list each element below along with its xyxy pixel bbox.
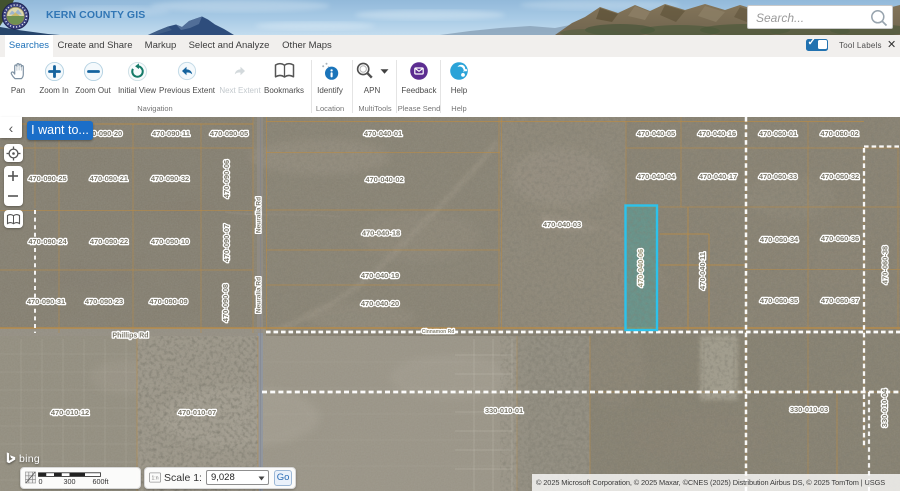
svg-text:470-040-16: 470-040-16	[698, 129, 736, 138]
svg-text:470-040-06: 470-040-06	[636, 249, 645, 287]
svg-text:470-060-38: 470-060-38	[881, 246, 890, 284]
svg-text:470-090-09: 470-090-09	[149, 297, 187, 306]
svg-text:470-090-24: 470-090-24	[28, 237, 67, 246]
svg-text:470-090-23: 470-090-23	[85, 297, 123, 306]
svg-text:470-040-05: 470-040-05	[637, 129, 675, 138]
svg-text:470-060-01: 470-060-01	[759, 129, 797, 138]
svg-text:470-090-31: 470-090-31	[27, 297, 65, 306]
svg-text:330-010-01: 330-010-01	[485, 406, 523, 415]
svg-text:470-010-07: 470-010-07	[178, 408, 216, 417]
svg-text:470-010-12: 470-010-12	[51, 408, 89, 417]
svg-text:470-060-36: 470-060-36	[821, 234, 859, 243]
svg-text:470-040-02: 470-040-02	[365, 175, 403, 184]
svg-text:470-090-06: 470-090-06	[222, 160, 231, 198]
svg-text:330-010-04: 330-010-04	[880, 388, 889, 427]
svg-text:470-040-18: 470-040-18	[362, 229, 400, 238]
svg-text:470-040-17: 470-040-17	[699, 172, 737, 181]
svg-text:300: 300	[63, 477, 75, 486]
svg-text:470-090-22: 470-090-22	[90, 237, 128, 246]
svg-text:470-040-01: 470-040-01	[364, 129, 402, 138]
svg-text:470-090-07: 470-090-07	[222, 224, 231, 262]
svg-text:470-090-25: 470-090-25	[28, 174, 66, 183]
svg-text:470-040-03: 470-040-03	[543, 220, 581, 229]
svg-text:Neuralia Rd: Neuralia Rd	[256, 197, 263, 233]
svg-text:470-090-32: 470-090-32	[151, 174, 189, 183]
svg-text:470-060-02: 470-060-02	[820, 129, 858, 138]
svg-text:330-010-03: 330-010-03	[790, 405, 828, 414]
svg-text:470-040-20: 470-040-20	[361, 299, 399, 308]
svg-text:Cinnamon Rd: Cinnamon Rd	[422, 329, 455, 335]
svg-text:Neuralia Rd: Neuralia Rd	[256, 277, 263, 313]
svg-text:470-060-35: 470-060-35	[760, 296, 798, 305]
svg-text:470-090-08: 470-090-08	[221, 284, 230, 322]
svg-text:0: 0	[38, 477, 42, 486]
svg-text:470-040-11: 470-040-11	[698, 252, 707, 290]
svg-text:Phillips Rd: Phillips Rd	[112, 333, 148, 340]
svg-text:470-060-32: 470-060-32	[821, 172, 859, 181]
svg-text:470-060-34: 470-060-34	[760, 235, 799, 244]
svg-text:470-060-37: 470-060-37	[821, 296, 859, 305]
svg-text:470-090-10: 470-090-10	[151, 237, 189, 246]
svg-text:600ft: 600ft	[92, 477, 108, 486]
svg-text:470-040-04: 470-040-04	[637, 172, 676, 181]
svg-text:470-090-11: 470-090-11	[152, 129, 190, 138]
svg-text:1:n: 1:n	[151, 476, 158, 482]
svg-text:470-040-19: 470-040-19	[361, 271, 399, 280]
svg-text:470-090-21: 470-090-21	[90, 174, 128, 183]
svg-text:470-060-33: 470-060-33	[759, 172, 797, 181]
svg-text:470-090-05: 470-090-05	[210, 129, 248, 138]
